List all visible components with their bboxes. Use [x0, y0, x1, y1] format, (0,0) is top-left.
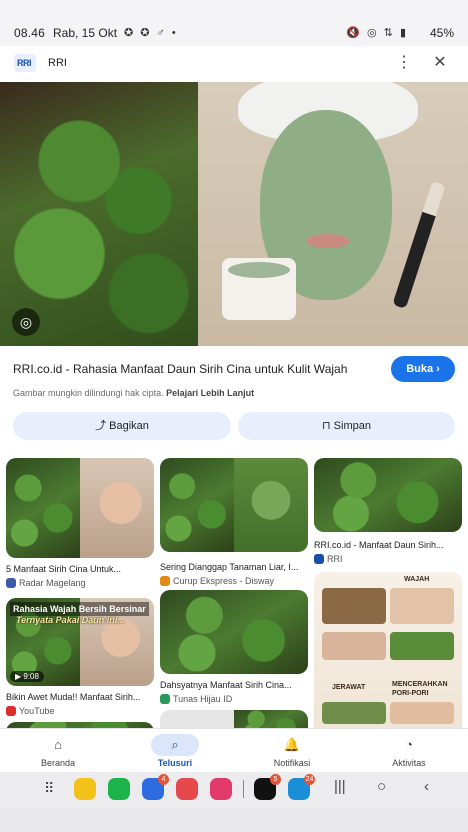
copyright-notice: Gambar mungkin dilindungi hak cipta. Pel…	[13, 388, 254, 398]
open-button[interactable]: Buka ›	[391, 356, 455, 382]
result-card[interactable]: Rahasia Wajah Bersih Bersinar Ternyata P…	[6, 598, 154, 716]
notification-badge: 5	[270, 774, 281, 785]
home-button-icon[interactable]: ○	[377, 778, 386, 795]
result-card[interactable]: Dahsyatnya Manfaat Sirih Cina... Tunas H…	[160, 590, 308, 704]
notification-badge: 24	[304, 774, 315, 785]
brush	[392, 181, 446, 309]
search-icon: ⌕	[151, 734, 199, 756]
result-caption: Dahsyatnya Manfaat Sirih Cina...	[160, 680, 292, 690]
site-name: RRI	[48, 57, 67, 69]
system-taskbar: ⠿ 4 5 24 ||| ○ ‹	[0, 772, 468, 808]
system-icons: 🔇 ◎ ⇅ ▮	[346, 27, 408, 39]
bottom-navigation: ⌂ Beranda ⌕ Telusuri 🔔 Notifikasi ◔ Akti…	[0, 728, 468, 772]
nav-item-search[interactable]: ⌕ Telusuri	[135, 729, 215, 773]
status-date: Rab, 15 Okt	[53, 26, 118, 40]
result-card[interactable]	[160, 710, 308, 728]
face-mask-image	[198, 82, 468, 346]
result-image	[160, 458, 308, 552]
browser-app-icon[interactable]: 24	[288, 774, 315, 800]
nav-label: Telusuri	[157, 758, 193, 768]
bell-icon: 🔔	[283, 737, 301, 752]
save-button[interactable]: ⊓ Simpan	[238, 412, 455, 440]
status-time: 08.46	[14, 26, 46, 40]
result-image: Rahasia Wajah Bersih Bersinar Ternyata P…	[6, 598, 154, 686]
copyright-text: Gambar mungkin dilindungi hak cipta.	[13, 388, 164, 398]
back-icon[interactable]: ‹	[424, 778, 429, 795]
lips	[306, 234, 350, 248]
nav-label: Beranda	[40, 758, 76, 768]
messages-app-icon[interactable]: 4	[142, 774, 169, 800]
result-image	[160, 710, 308, 728]
more-options-icon[interactable]: ⋮	[396, 52, 412, 74]
home-icon: ⌂	[54, 737, 62, 752]
result-source: Radar Magelang	[6, 578, 152, 588]
result-source: Tunas Hijau ID	[160, 694, 306, 704]
video-overlay-subtitle: Ternyata Pakai Daun ini...	[16, 615, 125, 625]
notification-icons: ✪ ✪ ♂ •	[124, 27, 178, 39]
learn-more-link[interactable]: Pelajari Lebih Lanjut	[166, 388, 254, 398]
result-source: Curup Ekspress - Disway	[160, 576, 306, 586]
app-drawer-icon[interactable]: ⠿	[44, 780, 54, 797]
taskbar-divider	[243, 780, 244, 798]
result-caption: RRI.co.id - Manfaat Daun Sirih...	[314, 540, 444, 550]
result-image: WAJAH JERAWAT MENCERAHKAN PORI-PORI	[314, 572, 462, 728]
result-image	[6, 458, 154, 558]
result-card[interactable]: 5 Manfaat Sirih Cina Untuk... Radar Mage…	[6, 458, 154, 594]
result-image	[314, 458, 462, 532]
lens-search-icon[interactable]: ◎	[12, 308, 40, 336]
contacts-app-icon[interactable]	[176, 778, 198, 800]
result-caption: 5 Manfaat Sirih Cina Untuk...	[6, 564, 122, 574]
result-source: RRI	[314, 554, 460, 564]
share-button[interactable]: ⤴ Bagikan	[13, 412, 231, 440]
site-logo-text: RRI	[17, 58, 32, 68]
result-image	[160, 590, 308, 674]
video-overlay-title: Rahasia Wajah Bersih Bersinar	[10, 602, 149, 616]
result-card[interactable]: WAJAH JERAWAT MENCERAHKAN PORI-PORI	[314, 572, 462, 728]
result-caption: Sering Dianggap Tanaman Liar, I...	[160, 562, 299, 572]
result-title[interactable]: RRI.co.id - Rahasia Manfaat Daun Sirih C…	[13, 362, 373, 376]
status-bar: 08.46 Rab, 15 Okt ✪ ✪ ♂ • 🔇 ◎ ⇅ ▮ 45%	[0, 0, 468, 46]
recents-icon[interactable]: |||	[334, 778, 346, 795]
result-caption: Bikin Awet Muda!! Manfaat Sirih...	[6, 692, 141, 702]
nav-label: Notifikasi	[273, 758, 311, 768]
preview-image[interactable]: ◎	[0, 82, 468, 346]
result-card[interactable]: RRI.co.id - Manfaat Daun Sirih... RRI	[314, 458, 462, 566]
site-logo: RRI	[14, 54, 36, 72]
result-source: YouTube	[6, 706, 152, 716]
sheet-header: RRI RRI ⋮ ✕	[0, 46, 468, 82]
phone-app-icon[interactable]	[108, 778, 130, 800]
mask-jar	[222, 258, 296, 320]
nav-label: Aktivitas	[392, 758, 426, 768]
activity-icon: ◔	[405, 737, 413, 752]
infographic-heading: WAJAH	[404, 576, 430, 583]
media-app-icon[interactable]	[210, 778, 232, 800]
gesture-area	[0, 808, 468, 832]
video-duration: ▶ 9:08	[10, 671, 44, 682]
tiktok-app-icon[interactable]: 5	[254, 774, 281, 800]
close-icon[interactable]: ✕	[430, 52, 450, 74]
infographic-label-brighten: MENCERAHKAN PORI-PORI	[392, 681, 448, 697]
image-detail-panel: RRI.co.id - Rahasia Manfaat Daun Sirih C…	[0, 346, 468, 452]
nav-item-notifications[interactable]: 🔔 Notifikasi	[252, 729, 332, 773]
notification-badge: 4	[158, 774, 169, 785]
betel-leaf-image	[0, 82, 198, 346]
infographic-label-acne: JERAWAT	[332, 684, 366, 691]
related-results: 5 Manfaat Sirih Cina Untuk... Radar Mage…	[0, 452, 468, 728]
nav-item-activity[interactable]: ◔ Aktivitas	[369, 729, 449, 773]
result-card[interactable]: Sering Dianggap Tanaman Liar, I... Curup…	[160, 458, 308, 586]
nav-item-home[interactable]: ⌂ Beranda	[18, 729, 98, 773]
battery-level: 45%	[429, 26, 454, 40]
notes-app-icon[interactable]	[74, 778, 96, 800]
